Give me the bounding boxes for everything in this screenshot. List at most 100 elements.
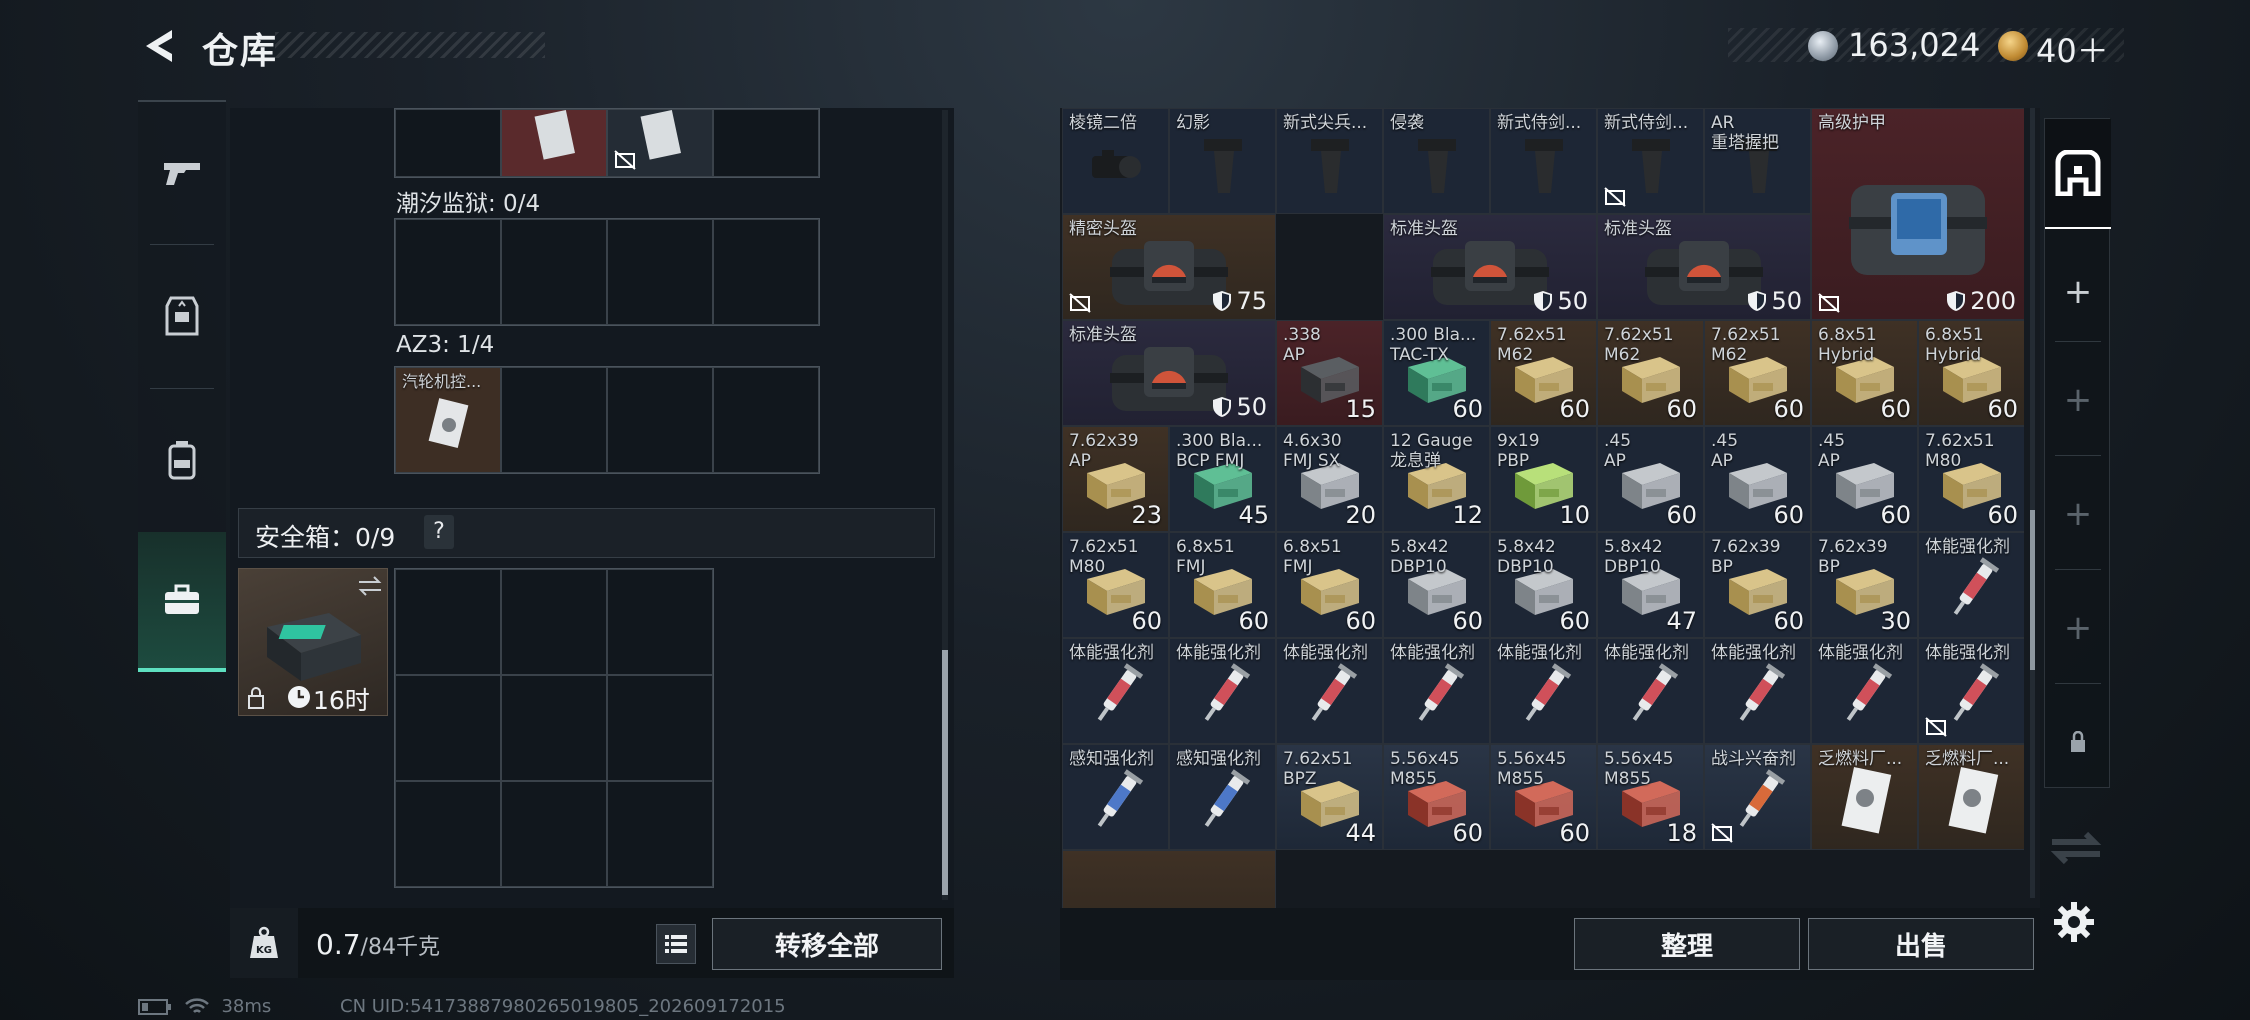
grid-slot[interactable]: [607, 219, 713, 325]
stash-item[interactable]: 7.62x51 BPZ 44: [1276, 744, 1383, 850]
stash-item[interactable]: 体能强化剂: [1490, 638, 1597, 744]
help-button[interactable]: ?: [424, 515, 454, 549]
grid-slot[interactable]: [607, 569, 713, 675]
stash-item[interactable]: 新式尖兵...: [1276, 108, 1383, 214]
grid-slot-item[interactable]: 汽轮机控...: [395, 367, 501, 473]
back-arrow-icon[interactable]: [138, 26, 178, 66]
stash-item[interactable]: 6.8x51 Hybrid 60: [1811, 320, 1918, 426]
stash-item[interactable]: 4.6x30 FMJ SX 20: [1276, 426, 1383, 532]
stash-item[interactable]: 体能强化剂: [1597, 638, 1704, 744]
stash-item[interactable]: 5.56x45 M855 60: [1383, 744, 1490, 850]
stash-item[interactable]: 5.56x45 M855 18: [1597, 744, 1704, 850]
stash-item[interactable]: .45 AP 60: [1811, 426, 1918, 532]
grid-slot[interactable]: [395, 781, 501, 887]
stash-item[interactable]: 标准头盔 50: [1383, 214, 1597, 320]
grid-slot[interactable]: [395, 219, 501, 325]
stash-tab-add-3[interactable]: +: [2045, 459, 2111, 569]
stash-tab-add-4[interactable]: +: [2045, 573, 2111, 683]
stash-item[interactable]: 侵袭: [1383, 108, 1490, 214]
stash-item[interactable]: [1062, 850, 1276, 908]
grid-slot[interactable]: [607, 781, 713, 887]
stash-item[interactable]: 感知强化剂: [1062, 744, 1169, 850]
stash-item[interactable]: 7.62x39 AP 23: [1062, 426, 1169, 532]
stash-item[interactable]: .338 AP 15: [1276, 320, 1383, 426]
stash-item[interactable]: 标准头盔 50: [1597, 214, 1811, 320]
sort-button[interactable]: 整理: [1574, 918, 1800, 970]
nav-weapons[interactable]: [138, 102, 226, 242]
stash-tab-main[interactable]: [2045, 119, 2111, 229]
stash-item[interactable]: 幻影: [1169, 108, 1276, 214]
stash-item[interactable]: 7.62x51 M80 60: [1062, 532, 1169, 638]
grid-slot[interactable]: [395, 109, 501, 177]
stash-item[interactable]: 乏燃料厂...: [1918, 744, 2024, 850]
stash-item[interactable]: 体能强化剂: [1383, 638, 1490, 744]
exchange-icon[interactable]: [2046, 828, 2106, 868]
swap-icon[interactable]: [357, 575, 383, 597]
nav-armor[interactable]: [138, 246, 226, 386]
grid-slot[interactable]: [713, 219, 819, 325]
stash-item[interactable]: 标准头盔 50: [1062, 320, 1276, 426]
stash-item[interactable]: 新式侍剑...: [1490, 108, 1597, 214]
stash-item[interactable]: 体能强化剂: [1062, 638, 1169, 744]
stash-item[interactable]: 感知强化剂: [1169, 744, 1276, 850]
stash-item[interactable]: 7.62x51 M62 60: [1597, 320, 1704, 426]
safe-case-item[interactable]: 16时: [238, 568, 388, 716]
stash-tab-add-1[interactable]: +: [2045, 237, 2111, 347]
grid-slot-item[interactable]: [501, 109, 607, 177]
stash-item[interactable]: 体能强化剂: [1704, 638, 1811, 744]
right-scrollbar-track[interactable]: [2030, 108, 2035, 898]
stash-item[interactable]: 5.8x42 DBP10 60: [1490, 532, 1597, 638]
stash-item[interactable]: .45 AP 60: [1597, 426, 1704, 532]
stash-tab-locked[interactable]: [2045, 687, 2111, 797]
stash-item[interactable]: 9x19 PBP 10: [1490, 426, 1597, 532]
stash-item[interactable]: 精密头盔 75: [1062, 214, 1276, 320]
grid-slot[interactable]: [501, 781, 607, 887]
stash-item[interactable]: 体能强化剂: [1918, 638, 2024, 744]
stash-item[interactable]: AR 重塔握把: [1704, 108, 1811, 214]
grid-slot-item[interactable]: [607, 109, 713, 177]
nav-safe-case[interactable]: [138, 532, 226, 672]
stash-item[interactable]: 5.8x42 DBP10 47: [1597, 532, 1704, 638]
stash-item[interactable]: 12 Gauge 龙息弹 12: [1383, 426, 1490, 532]
grid-slot[interactable]: [713, 109, 819, 177]
stash-item[interactable]: 6.8x51 Hybrid 60: [1918, 320, 2024, 426]
stash-item[interactable]: 6.8x51 FMJ 60: [1276, 532, 1383, 638]
stash-tab-add-2[interactable]: +: [2045, 345, 2111, 455]
stash-item[interactable]: 7.62x51 M62 60: [1490, 320, 1597, 426]
grid-slot[interactable]: [395, 569, 501, 675]
grid-slot[interactable]: [395, 675, 501, 781]
stash-item[interactable]: .300 Bla... TAC-TX 60: [1383, 320, 1490, 426]
stash-item[interactable]: .45 AP 60: [1704, 426, 1811, 532]
grid-slot[interactable]: [501, 569, 607, 675]
stash-item[interactable]: 5.56x45 M855 60: [1490, 744, 1597, 850]
stash-item[interactable]: 体能强化剂: [1811, 638, 1918, 744]
right-scrollbar-thumb[interactable]: [2030, 510, 2035, 670]
grid-slot[interactable]: [501, 675, 607, 781]
stash-item[interactable]: 高级护甲 200: [1811, 108, 2024, 320]
stash-item[interactable]: .300 Bla... BCP FMJ 45: [1169, 426, 1276, 532]
gear-icon[interactable]: [2052, 900, 2096, 944]
transfer-all-button[interactable]: 转移全部: [712, 918, 942, 970]
stash-item[interactable]: 体能强化剂: [1918, 532, 2024, 638]
grid-slot[interactable]: [501, 367, 607, 473]
stash-item[interactable]: 战斗兴奋剂: [1704, 744, 1811, 850]
stash-item[interactable]: 体能强化剂: [1169, 638, 1276, 744]
stash-item[interactable]: 5.8x42 DBP10 60: [1383, 532, 1490, 638]
grid-slot[interactable]: [501, 219, 607, 325]
stash-item[interactable]: 7.62x51 M62 60: [1704, 320, 1811, 426]
stash-item[interactable]: 7.62x39 BP 60: [1704, 532, 1811, 638]
list-view-button[interactable]: [656, 924, 696, 964]
stash-item[interactable]: 棱镜二倍: [1062, 108, 1169, 214]
stash-item[interactable]: 乏燃料厂...: [1811, 744, 1918, 850]
stash-item[interactable]: 7.62x51 M80 60: [1918, 426, 2024, 532]
sell-button[interactable]: 出售: [1808, 918, 2034, 970]
stash-item[interactable]: 体能强化剂: [1276, 638, 1383, 744]
stash-item[interactable]: 7.62x39 BP 30: [1811, 532, 1918, 638]
nav-backpack[interactable]: [138, 390, 226, 530]
stash-item[interactable]: 6.8x51 FMJ 60: [1169, 532, 1276, 638]
grid-slot[interactable]: [607, 675, 713, 781]
stash-item[interactable]: 新式侍剑...: [1597, 108, 1704, 214]
grid-slot[interactable]: [713, 367, 819, 473]
grid-slot[interactable]: [607, 367, 713, 473]
gold-coin-amount[interactable]: 40＋: [2036, 26, 2109, 72]
